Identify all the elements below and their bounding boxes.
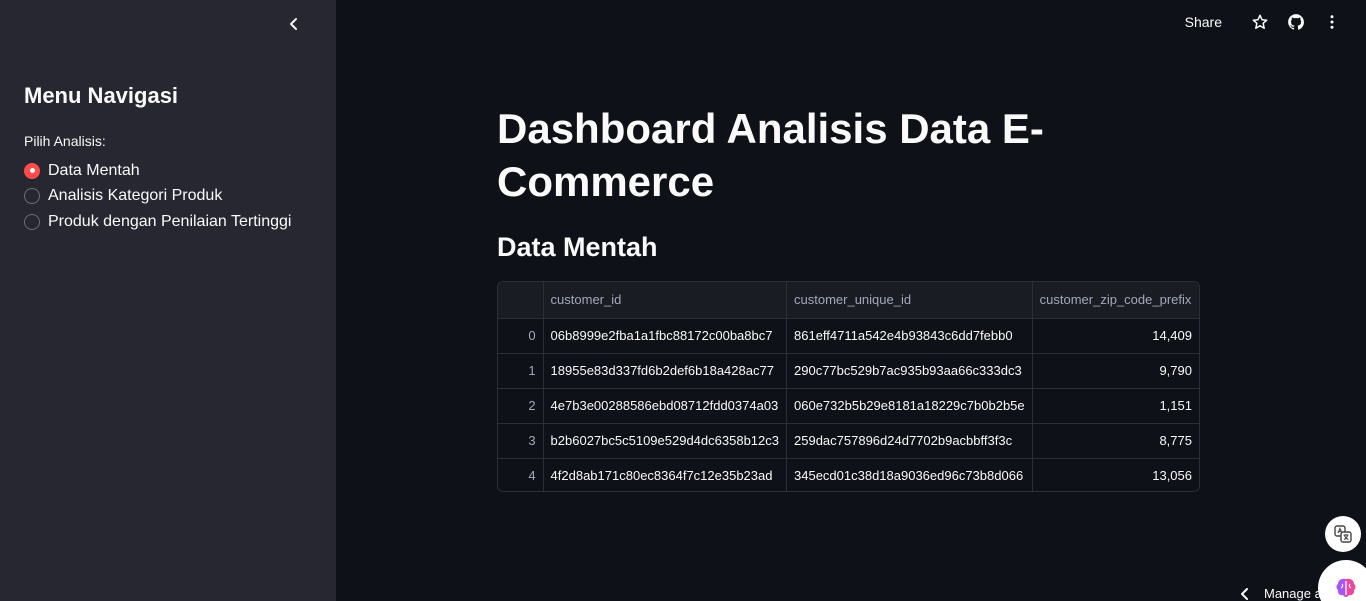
manage-app-label: Manage a [1264,586,1322,601]
sidebar-title: Menu Navigasi [24,83,179,108]
table-cell[interactable]: 290c77bc529b7ac935b93aa66c333dc3 [786,353,1033,389]
table-cell[interactable]: 060e732b5b29e8181a18229c7b0b2b5e [786,388,1033,424]
radio-option-data-mentah[interactable]: Data Mentah [24,158,291,184]
table-row: 2 4e7b3e00288586ebd08712fdd0374a03 060e7… [498,388,1199,424]
dataframe[interactable]: customer_id customer_unique_id customer_… [497,281,1200,492]
translate-icon [1334,525,1352,543]
chevron-left-icon [1241,587,1248,600]
star-icon [1252,14,1268,29]
sidebar: Menu Navigasi Pilih Analisis: Data Menta… [0,0,336,601]
row-index: 1 [498,353,544,389]
page-title: Dashboard Analisis Data E-Commerce [497,105,1044,205]
radio-button[interactable] [24,213,40,230]
favorite-button[interactable] [1248,10,1272,34]
radio-button-selected[interactable] [24,162,40,179]
table-cell[interactable]: 14,409 [1032,318,1199,354]
collapse-sidebar-button[interactable] [282,12,306,36]
column-header[interactable]: customer_unique_id [786,282,1033,319]
top-toolbar: Share [1185,10,1344,34]
radio-option-analisis-kategori[interactable]: Analisis Kategori Produk [24,184,291,210]
main-menu-button[interactable] [1320,10,1344,34]
translate-button[interactable] [1325,516,1361,552]
column-header[interactable]: customer_zip_code_prefix [1032,282,1199,319]
radio-option-label: Produk dengan Penilaian Tertinggi [48,212,292,230]
row-index: 3 [498,423,544,459]
table-cell[interactable]: 9,790 [1032,353,1199,389]
table-cell[interactable]: 18955e83d337fd6b2def6b18a428ac77 [543,353,788,389]
table-cell[interactable]: 259dac757896d24d7702b9acbbff3f3c [786,423,1033,459]
row-index: 2 [498,388,544,424]
table-row: 0 06b8999e2fba1a1fbc88172c00ba8bc7 861ef… [498,318,1199,354]
radio-option-produk-penilaian[interactable]: Produk dengan Penilaian Tertinggi [24,209,291,235]
index-header[interactable] [498,282,544,319]
table-cell[interactable]: 1,151 [1032,388,1199,424]
section-title: Data Mentah [497,232,658,262]
data-table: customer_id customer_unique_id customer_… [498,282,1199,491]
more-vertical-icon [1330,15,1334,29]
table-cell[interactable]: 345ecd01c38d18a9036ed96c73b8d066 [786,458,1033,491]
table-cell[interactable]: 06b8999e2fba1a1fbc88172c00ba8bc7 [543,318,788,354]
table-cell[interactable]: 4f2d8ab171c80ec8364f7c12e35b23ad [543,458,788,491]
ai-assistant-button[interactable] [1318,560,1366,601]
radio-option-label: Analisis Kategori Produk [48,187,223,205]
column-header[interactable]: customer_id [543,282,788,319]
table-header-row: customer_id customer_unique_id customer_… [498,282,1199,319]
github-icon [1288,14,1304,30]
manage-app-button[interactable]: Manage a [1240,586,1322,601]
table-row: 1 18955e83d337fd6b2def6b18a428ac77 290c7… [498,353,1199,389]
row-index: 0 [498,318,544,354]
table-cell[interactable]: 13,056 [1032,458,1199,491]
table-cell[interactable]: 8,775 [1032,423,1199,459]
radio-group-label: Pilih Analisis: [24,133,106,149]
table-cell[interactable]: 861eff4711a542e4b93843c6dd7febb0 [786,318,1033,354]
radio-button[interactable] [24,188,40,205]
table-row: 3 b2b6027bc5c5109e529d4dc6358b12c3 259da… [498,423,1199,459]
chevron-left-icon [290,18,297,30]
share-button[interactable]: Share [1185,14,1222,30]
github-button[interactable] [1284,10,1308,34]
table-cell[interactable]: 4e7b3e00288586ebd08712fdd0374a03 [543,388,788,424]
brain-icon [1336,578,1356,597]
table-cell[interactable]: b2b6027bc5c5109e529d4dc6358b12c3 [543,423,788,459]
row-index: 4 [498,458,544,491]
analysis-radio-group: Data Mentah Analisis Kategori Produk Pro… [24,158,291,235]
table-row: 4 4f2d8ab171c80ec8364f7c12e35b23ad 345ec… [498,458,1199,491]
radio-option-label: Data Mentah [48,161,140,179]
